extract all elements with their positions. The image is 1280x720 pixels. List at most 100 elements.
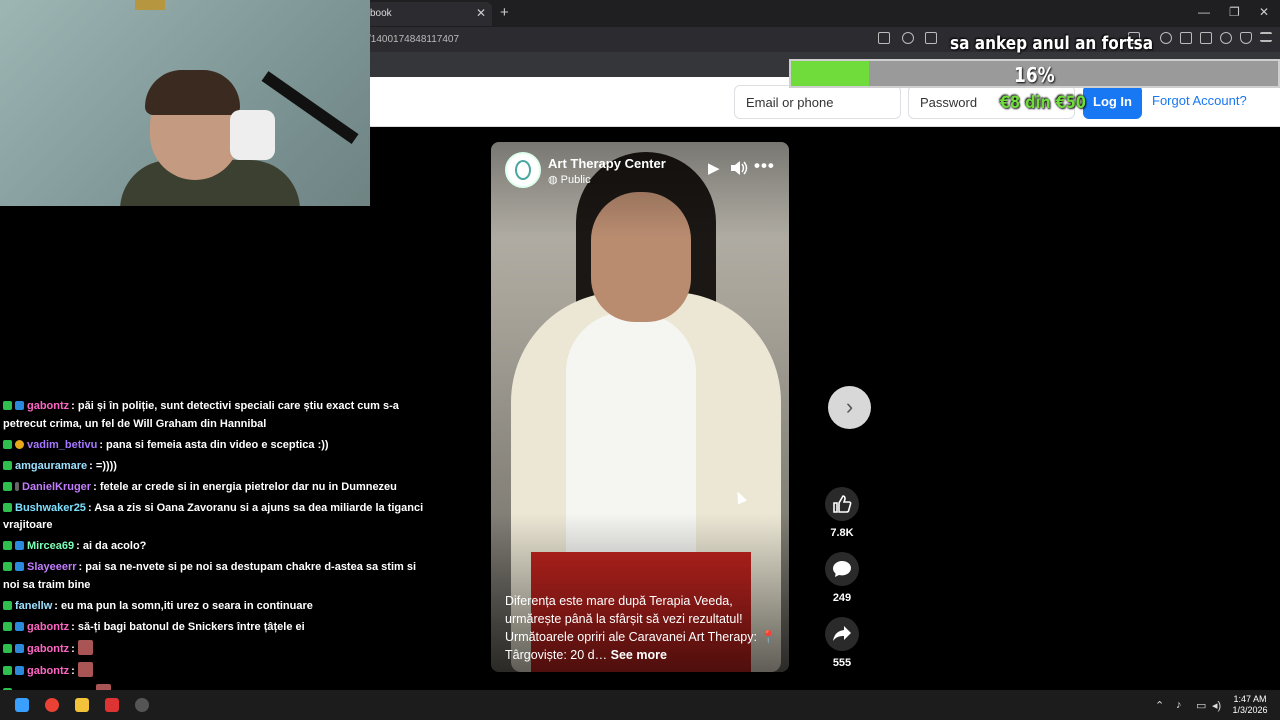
taskbar: ⌃ ♪ ▭ ◂) 1:47 AM 1/3/2026 xyxy=(0,690,1280,720)
chat-username[interactable]: gabontz xyxy=(27,665,69,677)
badge-icon xyxy=(15,401,24,410)
chat-separator: : xyxy=(71,642,78,655)
chat-text: pana si femeia asta din video e sceptica… xyxy=(106,438,329,451)
chat-separator: : xyxy=(76,540,83,552)
page-avatar[interactable] xyxy=(505,152,541,188)
thumbs-up-icon xyxy=(833,495,852,513)
chat-message: vadim_betivu: pana si femeia asta din vi… xyxy=(3,437,433,455)
speaker-icon[interactable]: ◂) xyxy=(1212,699,1221,712)
chat-text: fetele ar crede si in energia pietrelor … xyxy=(99,480,397,493)
badge-icon xyxy=(15,439,24,449)
mic-tray-icon[interactable]: ♪ xyxy=(1176,699,1182,711)
url-text[interactable]: /1400174848117407 xyxy=(368,34,459,45)
chat-username[interactable]: Bushwaker25 xyxy=(15,502,86,514)
clock[interactable]: 1:47 AM 1/3/2026 xyxy=(1226,694,1274,716)
tray-chevron-icon[interactable]: ⌃ xyxy=(1155,699,1164,712)
chat-username[interactable]: gabontz xyxy=(27,621,69,633)
network-icon[interactable]: ▭ xyxy=(1196,699,1206,712)
chat-message: gabontz: xyxy=(3,661,433,681)
video-caption: Diferența este mare după Terapia Veeda, … xyxy=(505,592,780,664)
badge-icon xyxy=(3,502,12,512)
chat-message: gabontz: păi și în poliție, sunt detecti… xyxy=(3,398,433,433)
like-button[interactable] xyxy=(825,487,859,521)
sidebar-icon[interactable] xyxy=(1180,32,1192,44)
chat-separator: : xyxy=(71,400,78,412)
chat-username[interactable]: fanellw xyxy=(15,600,52,612)
restore-icon[interactable]: ❐ xyxy=(1229,5,1240,19)
badge-icon xyxy=(3,643,12,653)
webcam-overlay xyxy=(0,0,370,206)
badge-icon xyxy=(3,460,12,470)
badge-icon xyxy=(3,541,12,550)
tab-close-icon[interactable]: ✕ xyxy=(476,6,486,20)
see-more-link[interactable]: See more xyxy=(611,648,667,662)
chat-message: DanielKruger: fetele ar crede si in ener… xyxy=(3,479,433,497)
cast-icon[interactable] xyxy=(878,32,890,44)
close-window-icon[interactable]: ✕ xyxy=(1259,5,1269,19)
badge-icon xyxy=(15,562,24,571)
browser-tab[interactable]: book ✕ xyxy=(362,2,492,26)
comment-count: 249 xyxy=(832,592,852,604)
chat-username[interactable]: Slayeeerr xyxy=(27,561,77,573)
emote-icon xyxy=(77,639,93,655)
chat-message: Mircea69: ai da acolo? xyxy=(3,538,433,556)
volume-icon[interactable] xyxy=(730,160,748,176)
badge-icon xyxy=(3,621,12,631)
next-video-button[interactable]: › xyxy=(828,386,871,429)
badge-icon xyxy=(3,439,12,449)
chat-message: gabontz: să-ți bagi batonul de Snickers … xyxy=(3,619,433,637)
share-button[interactable] xyxy=(825,617,859,651)
chat-text: =)))) xyxy=(95,459,117,472)
chat-username[interactable]: amgauramare xyxy=(15,460,87,472)
chat-separator: : xyxy=(71,620,78,633)
donation-goal-fill xyxy=(791,61,869,86)
sparkle-icon[interactable] xyxy=(1220,32,1232,44)
comment-button[interactable] xyxy=(825,552,859,586)
tab-title: book xyxy=(370,8,392,19)
start-icon[interactable] xyxy=(15,698,29,712)
new-tab-icon[interactable]: + xyxy=(500,4,509,21)
chat-message: amgauramare: =)))) xyxy=(3,458,433,476)
folder-icon[interactable] xyxy=(75,698,89,712)
clock-time: 1:47 AM xyxy=(1233,694,1267,704)
menu-icon[interactable] xyxy=(1260,32,1272,42)
minimize-icon[interactable]: — xyxy=(1198,5,1210,19)
chat-username[interactable]: gabontz xyxy=(27,400,69,412)
chat-username[interactable]: vadim_betivu xyxy=(27,439,97,451)
badge-icon xyxy=(3,481,12,491)
badge-icon xyxy=(15,481,19,491)
chat-message: Slayeeerr: pai sa ne-nvete si pe noi sa … xyxy=(3,559,433,594)
chevron-right-icon: › xyxy=(845,394,854,419)
forgot-account-link[interactable]: Forgot Account? xyxy=(1152,93,1247,108)
chat-message: gabontz: xyxy=(3,639,433,659)
music-icon[interactable] xyxy=(1160,32,1172,44)
settings-icon[interactable] xyxy=(135,698,149,712)
app-icon[interactable] xyxy=(105,698,119,712)
shield-icon[interactable] xyxy=(1240,32,1252,44)
login-button[interactable]: Log In xyxy=(1083,85,1142,119)
chat-message: fanellw: eu ma pun la somn,iti urez o se… xyxy=(3,598,433,616)
privacy-text: Public xyxy=(560,174,591,186)
microphone xyxy=(230,110,275,160)
page-logo-icon xyxy=(515,160,531,180)
chrome-icon[interactable] xyxy=(45,698,59,712)
zoom-icon[interactable] xyxy=(902,32,914,44)
chat-separator: : xyxy=(93,480,100,493)
share-icon[interactable] xyxy=(925,32,937,44)
email-field[interactable]: Email or phone xyxy=(734,85,901,119)
video-player[interactable]: Art Therapy Center ◍ Public ▶ ••• Difere… xyxy=(491,142,789,672)
share-arrow-icon xyxy=(833,626,851,641)
play-icon[interactable]: ▶ xyxy=(708,159,720,177)
page-name[interactable]: Art Therapy Center xyxy=(548,156,666,171)
stream-chat: gabontz: păi și în poliție, sunt detecti… xyxy=(3,398,433,720)
chat-username[interactable]: DanielKruger xyxy=(22,481,91,493)
badge-icon xyxy=(3,600,12,610)
badge-icon xyxy=(3,562,12,571)
share-count: 555 xyxy=(832,657,852,669)
badge-icon xyxy=(15,643,24,653)
chat-username[interactable]: gabontz xyxy=(27,643,69,655)
more-options-icon[interactable]: ••• xyxy=(754,156,775,176)
chat-username[interactable]: Mircea69 xyxy=(27,540,74,552)
wallet-icon[interactable] xyxy=(1200,32,1212,44)
comment-icon xyxy=(833,561,851,577)
